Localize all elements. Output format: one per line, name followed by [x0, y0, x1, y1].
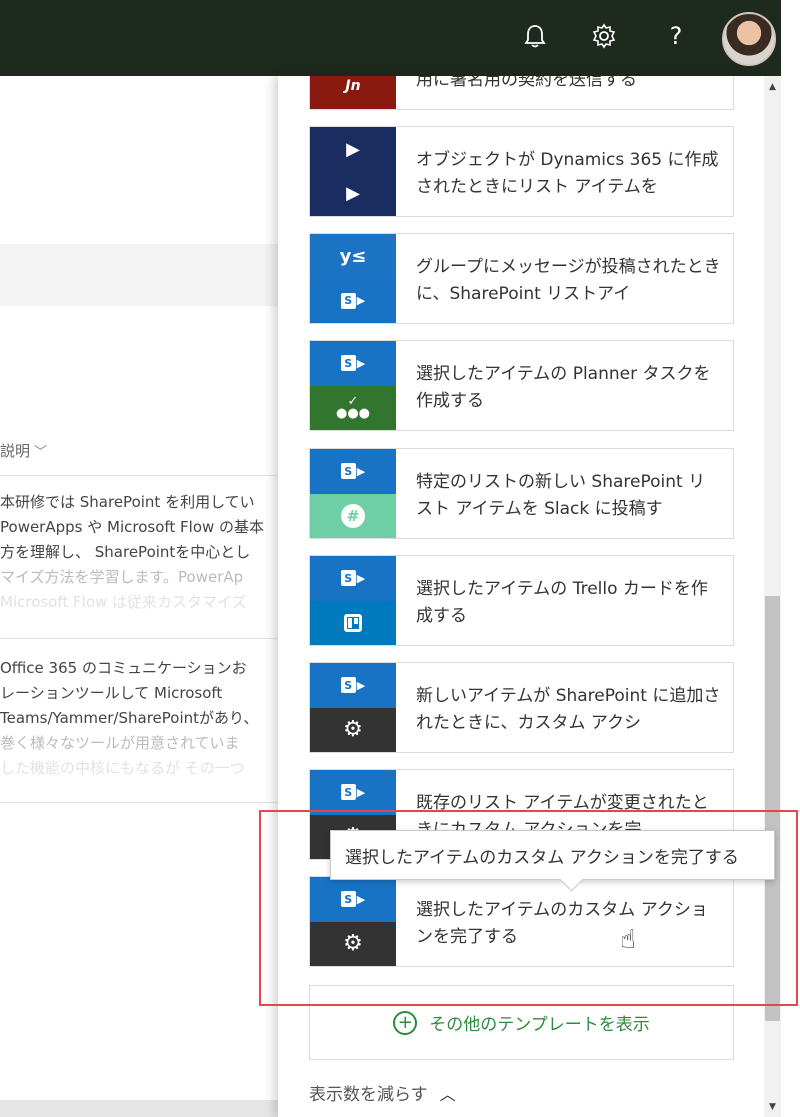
template-title: 新しいアイテムが SharePoint に追加されたときに、カスタム アクシ — [416, 686, 721, 733]
help-icon[interactable]: ? — [658, 18, 694, 54]
trello-icon — [310, 600, 396, 645]
description-line: Microsoft Flow は従来カスタマイズ — [0, 593, 247, 611]
show-less-label: 表示数を減らす — [309, 1085, 428, 1105]
description-line: Office 365 のコミュニケーションお — [0, 659, 247, 677]
template-tiles: S ▶ — [310, 556, 396, 645]
slack-icon: # — [310, 493, 396, 538]
template-tiles: Jn — [310, 76, 396, 109]
description-column-header[interactable]: 説明 ﹀ — [0, 440, 47, 461]
sharepoint-icon: S ▶ — [310, 341, 396, 386]
description-line: 巻く様々なツールが用意されていま — [0, 734, 240, 752]
template-card[interactable]: Jn 用に署名用の契約を送信する — [309, 76, 734, 110]
template-card[interactable]: S ▶ ✓ ●●● 選択したアイテムの Planner タスクを作成する — [309, 340, 734, 431]
sharepoint-icon: S ▶ — [310, 663, 396, 708]
top-bar: ? — [0, 0, 781, 76]
template-card[interactable]: ▶ ▶ オブジェクトが Dynamics 365 に作成されたときにリスト アイ… — [309, 126, 734, 217]
sharepoint-icon: S ▶ — [310, 556, 396, 601]
dynamics-icon: ▶ — [310, 171, 396, 216]
description-line: Teams/Yammer/SharePointがあり、 — [0, 709, 259, 727]
template-card[interactable]: y≤ S ▶ グループにメッセージが投稿されたときに、SharePoint リスト… — [309, 233, 734, 324]
hand-cursor-icon: ☝ — [620, 925, 636, 955]
template-title: 用に署名用の契約を送信する — [416, 76, 637, 90]
scroll-down-arrow-icon[interactable]: ▼ — [764, 1098, 781, 1116]
show-less-button[interactable]: 表示数を減らす ︿ — [309, 1080, 456, 1105]
description-line: PowerApps や Microsoft Flow の基本 — [0, 518, 265, 536]
template-title: 選択したアイテムの Trello カードを作成する — [416, 579, 708, 626]
description-line: レーションツールして Microsoft — [0, 684, 223, 702]
horizontal-scrollbar[interactable] — [0, 1100, 278, 1117]
tooltip: 選択したアイテムのカスタム アクションを完了する — [330, 830, 775, 880]
planner-icon: ✓ ●●● — [310, 385, 396, 430]
description-line: マイズ方法を学習します。PowerAp — [0, 568, 244, 586]
avatar[interactable] — [722, 12, 776, 66]
divider — [0, 638, 278, 639]
acrobat-sign-icon: Jn — [310, 76, 396, 109]
sharepoint-icon: S ▶ — [310, 449, 396, 494]
bell-icon[interactable] — [517, 18, 553, 54]
template-tiles: y≤ S ▶ — [310, 234, 396, 323]
description-line: 本研修では SharePoint を利用してい — [0, 493, 255, 511]
template-title: オブジェクトが Dynamics 365 に作成されたときにリスト アイテムを — [416, 150, 719, 197]
template-tiles: S ▶ # — [310, 449, 396, 538]
background-header-block — [0, 244, 278, 306]
template-tiles: S▶ ⚙ — [310, 663, 396, 752]
template-card[interactable]: S ▶ ⚙ 新しいアイテムが SharePoint に追加されたときに、カスタム … — [309, 662, 734, 753]
sharepoint-icon: S ▶ — [310, 278, 396, 323]
template-card[interactable]: S ▶ 選択したアイテムの Trello カードを作成する — [309, 555, 734, 646]
description-line: 方を理解し、 SharePointを中心とし — [0, 543, 251, 561]
description-label: 説明 — [0, 442, 31, 460]
description-line: した機能の中核にもなるが その一つ — [0, 759, 245, 777]
description-item-1: 本研修では SharePoint を利用してい PowerApps や Micr… — [0, 490, 285, 615]
template-tiles: ▶ ▶ — [310, 127, 396, 216]
template-tiles: S ▶ ✓ ●●● — [310, 341, 396, 430]
template-card[interactable]: S ▶ # 特定のリストの新しい SharePoint リスト アイテムを Sla… — [309, 448, 734, 539]
show-more-label: その他のテンプレートを表示 — [429, 1015, 650, 1035]
plus-circle-icon: + — [393, 1010, 418, 1035]
chevron-down-icon: ﹀ — [34, 445, 48, 460]
gear-icon: ⚙ — [310, 707, 396, 752]
template-title: 選択したアイテムの Planner タスクを作成する — [416, 364, 711, 411]
gear-icon[interactable] — [586, 18, 622, 54]
divider — [0, 802, 278, 803]
yammer-icon: y≤ — [310, 234, 396, 279]
description-item-2: Office 365 のコミュニケーションお レーションツールして Micros… — [0, 656, 285, 781]
chevron-up-icon: ︿ — [439, 1085, 456, 1104]
divider — [0, 475, 278, 476]
template-title: グループにメッセージが投稿されたときに、SharePoint リストアイ — [416, 257, 721, 304]
sharepoint-icon: S ▶ — [310, 770, 396, 815]
dynamics-icon: ▶ — [310, 127, 396, 172]
scroll-up-arrow-icon[interactable]: ▲ — [764, 78, 781, 96]
template-title: 特定のリストの新しい SharePoint リスト アイテムを Slack に投… — [416, 472, 706, 519]
